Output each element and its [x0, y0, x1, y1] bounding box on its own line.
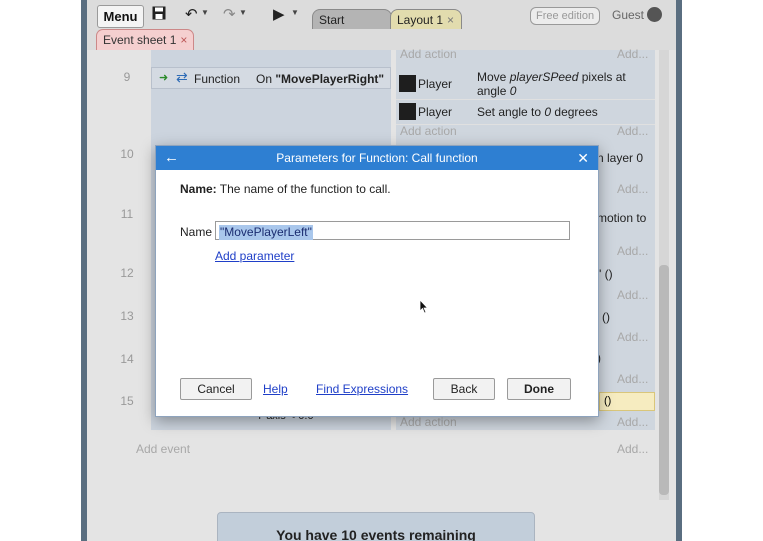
play-dropdown-icon[interactable]: ▼ [291, 8, 299, 17]
event-number: 15 [120, 394, 134, 408]
add-action-short[interactable]: Add... [617, 288, 648, 302]
action-fragment: motion to [597, 211, 647, 225]
event-number: 11 [120, 207, 134, 221]
add-action-short[interactable]: Add... [617, 372, 648, 386]
undo-icon[interactable]: ↶ [185, 6, 198, 24]
cancel-button[interactable]: Cancel [180, 378, 252, 400]
action-fragment: () [602, 310, 610, 324]
name-field-label: Name [180, 225, 213, 239]
add-action-link[interactable]: Add action [400, 415, 457, 429]
action-fragment: " () [597, 267, 613, 281]
tab-close-icon[interactable]: × [447, 13, 454, 27]
window-edge-right [676, 0, 682, 541]
dialog-title: Parameters for Function: Call function [276, 151, 478, 165]
action-row[interactable]: Player Set angle to 0 degrees [396, 100, 655, 125]
help-link[interactable]: Help [263, 382, 288, 396]
action-fragment: n layer 0 [597, 151, 644, 165]
add-event-short[interactable]: Add... [617, 442, 648, 456]
user-avatar-icon[interactable] [647, 7, 662, 22]
tab-start-page[interactable]: Start page× [312, 9, 392, 47]
parameter-description: Name: The name of the function to call. [180, 182, 391, 196]
condition-object: Function [194, 72, 241, 86]
add-action-link[interactable]: Add action [400, 47, 457, 61]
add-action-short[interactable]: Add... [617, 124, 648, 138]
play-icon[interactable]: ▶ [273, 6, 285, 24]
edition-badge[interactable]: Free edition [530, 7, 601, 25]
add-event-link[interactable]: Add event [136, 442, 190, 456]
action-object: Player [418, 77, 453, 91]
name-input-value: "MovePlayerLeft" [219, 225, 313, 240]
highlighted-action[interactable]: () [599, 392, 655, 411]
redo-icon[interactable]: ↷ [223, 6, 236, 24]
action-text: Move playerSPeed pixels at angle 0 [477, 70, 626, 98]
event-number: 9 [123, 70, 131, 84]
back-button[interactable]: Back [433, 378, 495, 400]
add-parameter-link[interactable]: Add parameter [215, 249, 294, 263]
action-text: Set angle to 0 degrees [477, 105, 598, 119]
function-icon: ⇄ [176, 69, 188, 85]
tab-event-sheet-1[interactable]: Event sheet 1 × [96, 29, 195, 51]
add-action-short[interactable]: Add... [617, 244, 648, 258]
mouse-cursor-icon [419, 299, 429, 314]
action-row[interactable]: Player Move playerSPeed pixels at angle … [396, 67, 655, 100]
save-icon[interactable] [152, 6, 166, 25]
player-object-icon [399, 75, 416, 92]
close-icon[interactable]: ✕ [577, 146, 589, 170]
add-action-short[interactable]: Add... [617, 330, 648, 344]
find-expressions-link[interactable]: Find Expressions [316, 382, 408, 396]
menu-button[interactable]: Menu [97, 5, 144, 28]
name-input[interactable]: "MovePlayerLeft" [215, 221, 570, 240]
tab-label: Layout 1 [397, 13, 444, 27]
tab-close-icon[interactable]: × [180, 33, 187, 47]
user-label[interactable]: Guest [612, 8, 644, 22]
back-arrow-icon[interactable]: ← [164, 146, 179, 170]
event-number: 13 [120, 309, 134, 323]
dialog-title-bar: ← Parameters for Function: Call function… [156, 146, 598, 170]
add-action-short[interactable]: Add... [617, 415, 648, 429]
event-number: 14 [120, 352, 134, 366]
parameters-dialog: ← Parameters for Function: Call function… [155, 145, 599, 417]
tab-layout-1[interactable]: Layout 1 × [390, 9, 462, 29]
redo-dropdown-icon[interactable]: ▼ [239, 8, 247, 17]
condition-text: On "MovePlayerRight" [256, 72, 385, 86]
add-action-short[interactable]: Add... [617, 182, 648, 196]
tab-label: Event sheet 1 [103, 33, 177, 47]
event-number: 10 [120, 147, 134, 161]
action-object: Player [418, 105, 453, 119]
undo-dropdown-icon[interactable]: ▼ [201, 8, 209, 17]
expand-arrow-icon[interactable]: ➜ [159, 71, 168, 84]
events-remaining-banner: You have 10 events remaining [217, 512, 535, 541]
add-action-link[interactable]: Add action [400, 124, 457, 138]
event-9-condition[interactable]: ➜ ⇄ Function On "MovePlayerRight" [151, 67, 391, 89]
scrollbar-thumb[interactable] [659, 265, 669, 495]
player-object-icon [399, 103, 416, 120]
add-action-short[interactable]: Add... [617, 47, 648, 61]
done-button[interactable]: Done [507, 378, 571, 400]
event-number: 12 [120, 266, 134, 280]
